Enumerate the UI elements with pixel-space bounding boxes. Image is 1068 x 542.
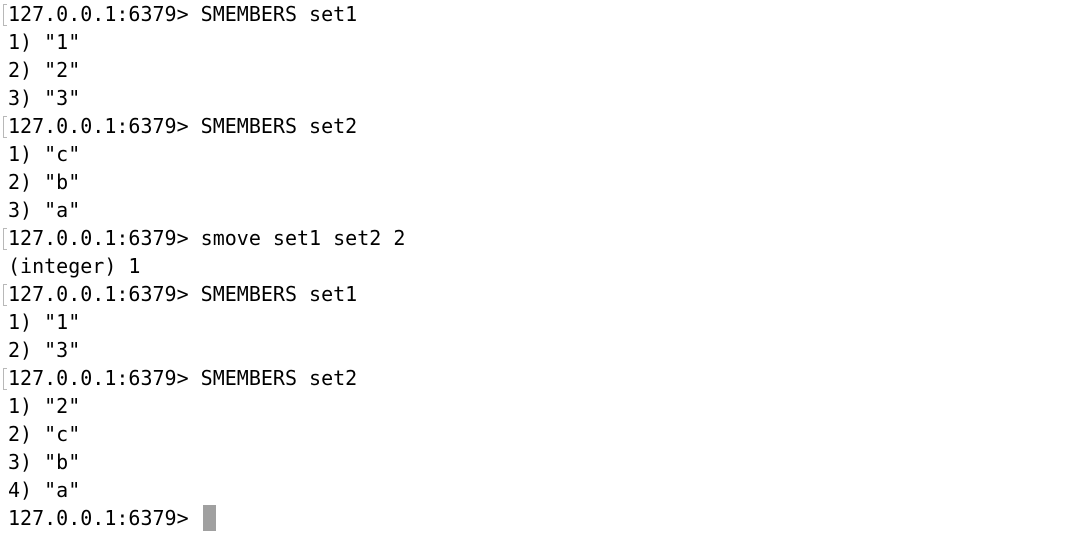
command-line: 127.0.0.1:6379> SMEMBERS set1 [0,280,1068,308]
output-line: 2) "b" [8,170,81,194]
active-prompt-line[interactable]: 127.0.0.1:6379> [0,504,1068,532]
prompt-text: 127.0.0.1:6379> [8,506,201,530]
output-line: 1) "c" [8,142,81,166]
output-line: 4) "a" [8,478,81,502]
output-line: 2) "c" [8,422,81,446]
text-cursor[interactable] [202,505,216,531]
command-line: 127.0.0.1:6379> SMEMBERS set2 [0,112,1068,140]
output-line: 3) "b" [8,450,81,474]
command-line: 127.0.0.1:6379> SMEMBERS set1 [0,0,1068,28]
output-line: 2) "2" [8,58,81,82]
output-line: 3) "a" [8,198,81,222]
output-line: 1) "2" [8,394,81,418]
terminal-output: 127.0.0.1:6379> SMEMBERS set1 1) "1" 2) … [0,0,1068,504]
output-line: 3) "3" [8,86,81,110]
terminal-window[interactable]: 127.0.0.1:6379> SMEMBERS set1 1) "1" 2) … [0,0,1068,542]
output-line: 1) "1" [8,30,81,54]
output-line: (integer) 1 [8,254,141,278]
output-line: 2) "3" [8,338,81,362]
command-line: 127.0.0.1:6379> SMEMBERS set2 [0,364,1068,392]
output-line: 1) "1" [8,310,81,334]
command-line: 127.0.0.1:6379> smove set1 set2 2 [0,224,1068,252]
